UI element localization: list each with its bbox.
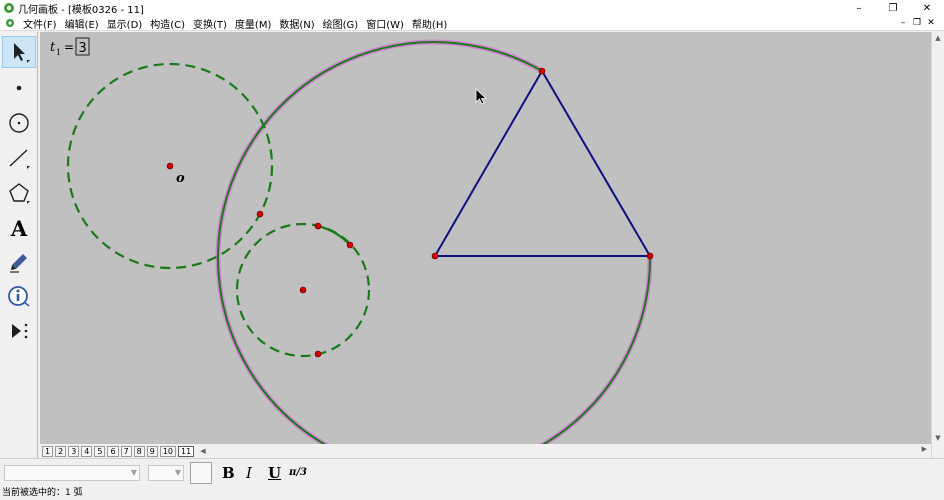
text-tool-icon: A — [10, 215, 28, 241]
page-tab-5[interactable]: 5 — [94, 445, 106, 457]
tool-information[interactable] — [2, 281, 36, 313]
menu-number[interactable]: 数据(N) — [275, 16, 318, 31]
chevron-down-icon: ▼ — [174, 468, 181, 477]
tool-marker[interactable] — [2, 246, 36, 278]
triangle[interactable] — [433, 69, 652, 257]
tool-straightedge[interactable] — [2, 142, 36, 174]
tool-polygon[interactable] — [2, 177, 36, 209]
page-tab-2[interactable]: 2 — [55, 445, 67, 457]
chevron-down-icon: ▼ — [130, 468, 137, 477]
sketch-drawing[interactable]: t 1 = 3 o — [40, 32, 931, 444]
menu-measure[interactable]: 度量(M) — [231, 16, 275, 31]
point-small-right[interactable] — [346, 241, 354, 249]
menu-window[interactable]: 窗口(W) — [362, 16, 408, 31]
arrow-select-icon — [14, 43, 30, 63]
font-family-select[interactable]: ▼ — [4, 465, 140, 481]
point-small-bottom[interactable] — [314, 350, 322, 358]
title-bar: 几何画板 - [模板0326 - 11] – ❐ ✕ — [0, 0, 944, 16]
window-title: 几何画板 - [模板0326 - 11] — [18, 4, 144, 16]
menu-help[interactable]: 帮助(H) — [408, 16, 451, 31]
menu-bar: 文件(F) 编辑(E) 显示(D) 构造(C) 变换(T) 度量(M) 数据(N… — [0, 16, 944, 31]
sketchpad-app-icon — [4, 3, 14, 13]
text-format-bar: ▼ ▼ B I U π/3 — [0, 458, 944, 486]
marker-pen-icon — [10, 254, 27, 273]
close-button[interactable]: ✕ — [910, 0, 944, 16]
menu-display[interactable]: 显示(D) — [103, 16, 147, 31]
parameter-subscript: 1 — [56, 48, 61, 57]
straightedge-icon — [9, 149, 30, 169]
document-icon[interactable] — [5, 18, 15, 28]
status-bar: 当前被选中的：1 弧 — [0, 486, 944, 500]
point-intersection[interactable] — [256, 210, 264, 218]
menu-edit[interactable]: 编辑(E) — [61, 16, 103, 31]
minimize-button[interactable]: – — [842, 0, 876, 16]
tool-compass[interactable] — [2, 107, 36, 139]
scroll-down-icon[interactable]: ▼ — [932, 432, 944, 444]
point-triangle-top[interactable] — [538, 67, 546, 75]
page-tab-6[interactable]: 6 — [107, 445, 119, 457]
underline-button[interactable]: U — [268, 463, 281, 483]
bold-button[interactable]: B — [222, 463, 235, 483]
point-icon — [16, 85, 22, 91]
small-circle-arc[interactable] — [317, 224, 351, 246]
custom-tool-play-icon — [12, 323, 28, 339]
information-icon — [8, 286, 30, 307]
mouse-cursor-icon — [475, 88, 488, 105]
page-tab-bar: 1 2 3 4 5 6 7 8 9 10 11 ◀ ▶ — [40, 444, 931, 458]
scroll-right-icon[interactable]: ▶ — [922, 445, 927, 453]
menu-construct[interactable]: 构造(C) — [146, 16, 189, 31]
point-small-center[interactable] — [299, 286, 307, 294]
doc-minimize-button[interactable]: – — [896, 16, 910, 31]
polygon-icon — [9, 183, 30, 204]
selected-arc-highlight[interactable] — [215, 39, 653, 444]
page-tab-11[interactable]: 11 — [178, 445, 195, 457]
page-tab-7[interactable]: 7 — [120, 445, 132, 457]
tool-custom[interactable] — [2, 315, 36, 347]
doc-restore-button[interactable]: ❐ — [910, 16, 924, 31]
doc-close-button[interactable]: ✕ — [924, 16, 938, 31]
tool-text[interactable]: A — [2, 212, 36, 244]
point-triangle-left[interactable] — [431, 252, 439, 260]
page-tab-4[interactable]: 4 — [81, 445, 93, 457]
menu-transform[interactable]: 变换(T) — [189, 16, 231, 31]
tool-arrow-select[interactable] — [2, 36, 36, 68]
point-o[interactable] — [166, 162, 174, 170]
compass-circle-icon — [9, 113, 29, 133]
page-tab-3[interactable]: 3 — [68, 445, 80, 457]
toolbox: A — [0, 32, 38, 458]
parameter-value[interactable]: 3 — [79, 41, 87, 56]
italic-button[interactable]: I — [246, 463, 252, 483]
text-color-button[interactable] — [190, 462, 212, 484]
parameter-equals: = — [64, 40, 74, 54]
vertical-scrollbar[interactable]: ▲ ▼ — [931, 32, 944, 458]
document-controls: – ❐ ✕ — [896, 16, 938, 31]
font-size-select[interactable]: ▼ — [148, 465, 184, 481]
math-format-button[interactable]: π/3 — [289, 463, 307, 483]
page-tab-9[interactable]: 9 — [146, 445, 158, 457]
sketch-canvas[interactable]: t 1 = 3 o — [40, 32, 931, 444]
menu-file[interactable]: 文件(F) — [19, 16, 61, 31]
tool-point[interactable] — [2, 72, 36, 104]
point-label-o: o — [176, 171, 185, 186]
page-tab-8[interactable]: 8 — [133, 445, 145, 457]
window-controls: – ❐ ✕ — [842, 0, 944, 16]
menu-graph[interactable]: 绘图(G) — [319, 16, 363, 31]
page-tab-1[interactable]: 1 — [42, 445, 54, 457]
scroll-left-icon[interactable]: ◀ — [200, 447, 205, 455]
restore-button[interactable]: ❐ — [876, 0, 910, 16]
point-small-top[interactable] — [314, 222, 322, 230]
page-tab-10[interactable]: 10 — [159, 445, 177, 457]
point-triangle-right[interactable] — [646, 252, 654, 260]
scroll-up-icon[interactable]: ▲ — [932, 32, 944, 44]
